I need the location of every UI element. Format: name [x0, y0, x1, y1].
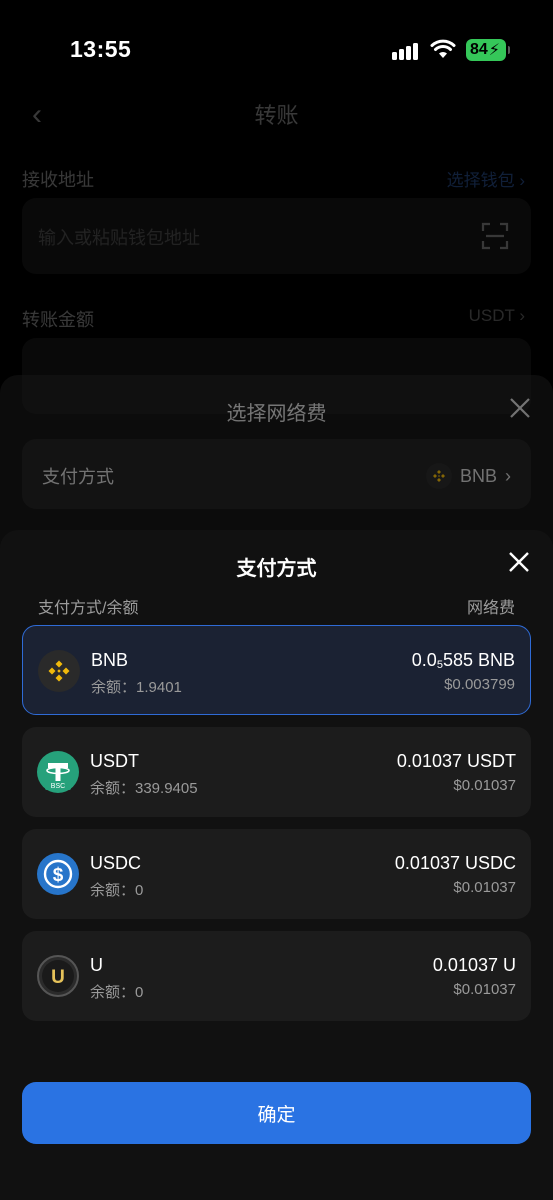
chevron-right-icon: › — [505, 465, 511, 486]
option-balance: 余额：1.9401 — [91, 679, 182, 696]
network-fee-title: 选择网络费 — [226, 403, 327, 425]
option-balance: 余额：0 — [90, 882, 144, 899]
receive-address-label: 接收地址 — [22, 170, 94, 190]
option-balance: 余额：0 — [90, 984, 144, 1001]
option-fee-usd: $0.01037 — [453, 879, 516, 896]
confirm-button[interactable]: 确定 — [22, 1082, 531, 1144]
pay-method-row[interactable]: 支付方式 BNB › — [22, 439, 531, 509]
svg-text:U: U — [51, 967, 65, 988]
address-placeholder: 输入或粘贴钱包地址 — [38, 228, 200, 248]
column-header-method: 支付方式/余额 — [38, 600, 139, 617]
column-header-fee: 网络费 — [466, 600, 515, 617]
charging-bolt-icon: ⚡ — [488, 42, 501, 59]
tether-logo-icon: BSC — [37, 751, 79, 793]
usdc-logo-icon: $ — [37, 853, 79, 895]
battery-level: 84 — [470, 41, 488, 58]
option-fee: 0.01037 USDT — [396, 751, 516, 771]
pay-method-label: 支付方式 — [42, 467, 114, 487]
scan-icon[interactable] — [481, 222, 509, 250]
option-fee: 0.05585 BNB — [411, 650, 515, 671]
transfer-page: ‹ 转账 接收地址 选择钱包 › 输入或粘贴钱包地址 转账金额 USDT › — [0, 80, 553, 414]
select-wallet-link[interactable]: 选择钱包 › — [447, 166, 525, 191]
amount-label: 转账金额 — [22, 310, 94, 330]
pay-method-token: BNB — [459, 465, 497, 486]
sheet-title: 支付方式 — [236, 558, 317, 580]
status-bar: 13:55 84 ⚡ — [0, 0, 553, 92]
cellular-signal-icon — [392, 40, 422, 60]
pay-method-value: BNB › — [425, 463, 511, 489]
payment-method-sheet: 支付方式 支付方式/余额 网络费 BNB 余额：1.9401 0.05585 B… — [0, 530, 553, 1200]
option-fee-usd: $0.01037 — [453, 981, 516, 998]
svg-text:BSC: BSC — [51, 783, 65, 790]
option-fee: 0.01037 U — [432, 955, 516, 975]
close-icon[interactable] — [507, 550, 531, 574]
option-fee-usd: $0.01037 — [453, 777, 516, 794]
option-name: U — [90, 955, 103, 975]
payment-option-bnb[interactable]: BNB 余额：1.9401 0.05585 BNB $0.003799 — [22, 625, 531, 715]
bnb-logo-icon — [425, 463, 452, 489]
amount-unit-selector[interactable]: USDT › — [469, 306, 525, 326]
payment-option-usdt[interactable]: BSC USDT 余额：339.9405 0.01037 USDT $0.010… — [22, 727, 531, 817]
wifi-icon — [430, 39, 456, 58]
option-balance: 余额：339.9405 — [90, 780, 198, 797]
status-time: 13:55 — [70, 36, 132, 62]
u-logo-icon: U — [37, 955, 79, 997]
option-name: USDT — [90, 751, 139, 771]
close-icon[interactable] — [509, 397, 531, 419]
svg-text:$: $ — [53, 865, 64, 886]
option-fee-usd: $0.003799 — [444, 676, 515, 693]
address-input[interactable]: 输入或粘贴钱包地址 — [22, 198, 531, 274]
option-name: BNB — [91, 650, 129, 670]
payment-option-usdc[interactable]: $ USDC 余额：0 0.01037 USDC $0.01037 — [22, 829, 531, 919]
bnb-logo-icon — [38, 650, 80, 692]
battery-indicator: 84 ⚡ — [466, 39, 510, 61]
option-fee: 0.01037 USDC — [394, 853, 516, 873]
page-title: 转账 — [254, 103, 299, 128]
option-name: USDC — [90, 853, 142, 873]
payment-option-u[interactable]: U U 余额：0 0.01037 U $0.01037 — [22, 931, 531, 1021]
